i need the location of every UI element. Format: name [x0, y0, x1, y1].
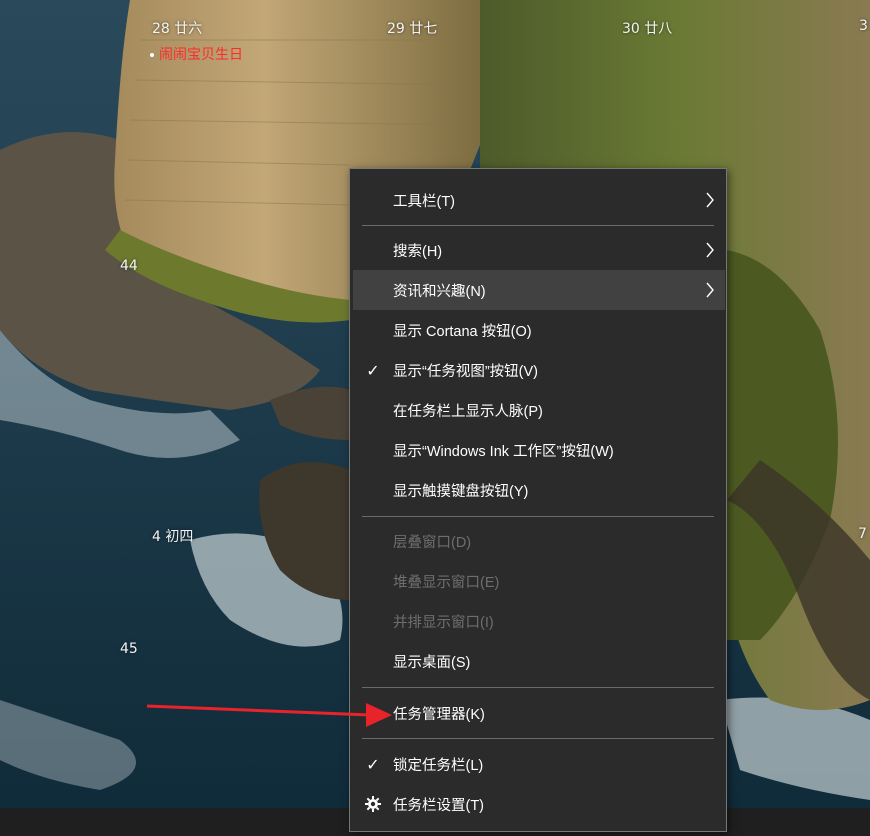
- menu-item-cascade-windows: 层叠窗口(D): [353, 521, 725, 561]
- menu-item-show-task-view[interactable]: ✓ 显示“任务视图”按钮(V): [353, 350, 725, 390]
- menu-item-label: 显示触摸键盘按钮(Y): [393, 483, 529, 500]
- menu-separator: [362, 225, 714, 226]
- menu-item-label: 并排显示窗口(I): [393, 614, 494, 631]
- menu-item-label: 工具栏(T): [393, 193, 456, 210]
- menu-item-label: 显示“Windows Ink 工作区”按钮(W): [393, 443, 614, 460]
- chevron-right-icon: [703, 270, 717, 310]
- menu-item-label: 显示“任务视图”按钮(V): [393, 363, 538, 380]
- checkmark-icon: ✓: [366, 754, 380, 774]
- menu-item-label: 层叠窗口(D): [393, 534, 472, 551]
- menu-item-label: 资讯和兴趣(N): [393, 283, 486, 300]
- menu-item-task-manager[interactable]: 任务管理器(K): [353, 693, 725, 733]
- menu-item-label: 任务栏设置(T): [393, 797, 485, 814]
- menu-item-show-cortana[interactable]: 显示 Cortana 按钮(O): [353, 310, 725, 350]
- menu-item-taskbar-settings[interactable]: 任务栏设置(T): [353, 784, 725, 824]
- chevron-right-icon: [703, 230, 717, 270]
- calendar-day-label: 29 廿七: [387, 21, 438, 37]
- menu-item-stack-windows: 堆叠显示窗口(E): [353, 561, 725, 601]
- menu-item-label: 搜索(H): [393, 243, 443, 260]
- menu-item-search[interactable]: 搜索(H): [353, 230, 725, 270]
- menu-item-toolbars[interactable]: 工具栏(T): [353, 180, 725, 220]
- menu-item-label: 锁定任务栏(L): [393, 757, 484, 774]
- calendar-day-label: 4 初四: [152, 529, 194, 545]
- taskbar-context-menu: 工具栏(T) 搜索(H) 资讯和兴趣(N) 显示 Cortana 按钮(O) ✓…: [349, 168, 727, 832]
- menu-item-label: 在任务栏上显示人脉(P): [393, 403, 543, 420]
- calendar-event: 闹闹宝贝生日: [150, 44, 243, 64]
- menu-item-label: 堆叠显示窗口(E): [393, 574, 500, 591]
- menu-item-lock-taskbar[interactable]: ✓ 锁定任务栏(L): [353, 744, 725, 784]
- menu-item-show-people[interactable]: 在任务栏上显示人脉(P): [353, 390, 725, 430]
- menu-item-label: 任务管理器(K): [393, 706, 485, 723]
- menu-separator: [362, 738, 714, 739]
- gear-icon: [363, 784, 383, 824]
- menu-item-side-by-side-windows: 并排显示窗口(I): [353, 601, 725, 641]
- menu-item-news-and-interests[interactable]: 资讯和兴趣(N): [353, 270, 725, 310]
- menu-item-label: 显示 Cortana 按钮(O): [393, 323, 532, 340]
- calendar-day-label: 28 廿六: [152, 21, 203, 37]
- menu-item-show-desktop[interactable]: 显示桌面(S): [353, 641, 725, 681]
- week-number: 45: [120, 641, 138, 657]
- menu-separator: [362, 516, 714, 517]
- menu-item-label: 显示桌面(S): [393, 654, 471, 671]
- week-number: 44: [120, 258, 138, 274]
- calendar-day-label: 3: [859, 18, 868, 34]
- chevron-right-icon: [703, 180, 717, 220]
- calendar-event-label: 闹闹宝贝生日: [159, 47, 243, 63]
- menu-item-show-touch-keyboard[interactable]: 显示触摸键盘按钮(Y): [353, 470, 725, 510]
- calendar-day-label: 30 廿八: [622, 21, 673, 37]
- menu-separator: [362, 687, 714, 688]
- event-dot-icon: [150, 53, 154, 57]
- calendar-day-label: 7: [858, 526, 867, 542]
- checkmark-icon: ✓: [366, 360, 380, 380]
- menu-item-show-windows-ink[interactable]: 显示“Windows Ink 工作区”按钮(W): [353, 430, 725, 470]
